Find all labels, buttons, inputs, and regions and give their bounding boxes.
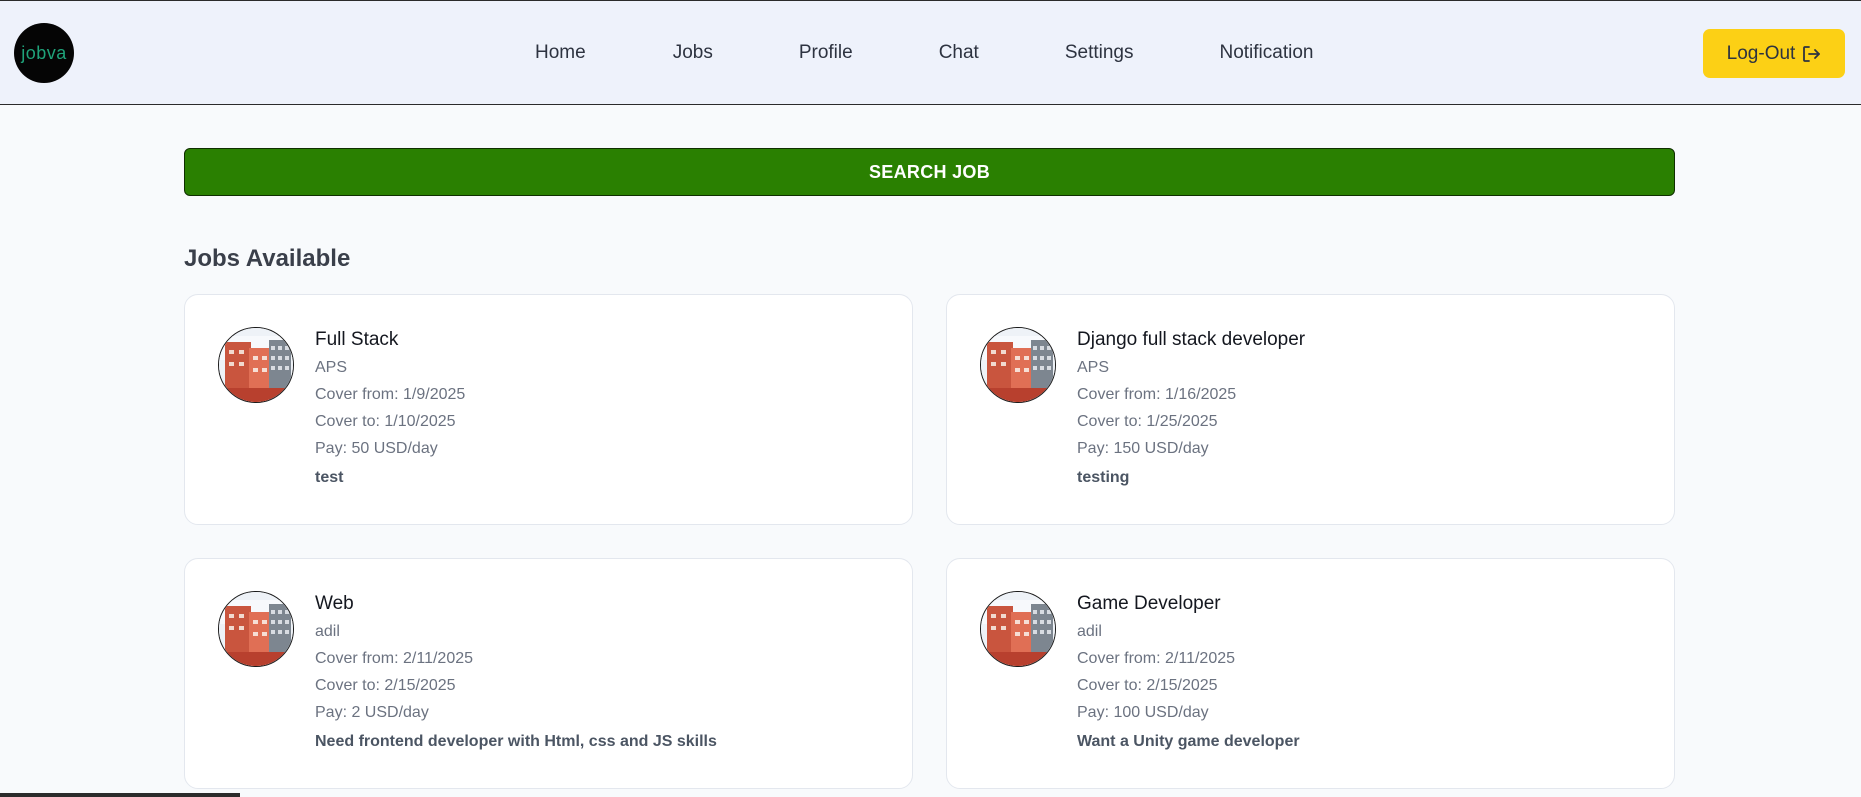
job-pay: Pay: 100 USD/day bbox=[1077, 704, 1209, 721]
job-card[interactable]: Web adil Cover from: 2/11/2025 Cover to:… bbox=[184, 558, 913, 789]
job-cover-to: Cover to: 1/25/2025 bbox=[1077, 413, 1218, 430]
job-company: APS bbox=[315, 359, 348, 376]
job-title: Full Stack bbox=[315, 329, 399, 350]
top-navbar: jobva Home Jobs Profile Chat Settings No… bbox=[0, 0, 1861, 105]
job-cover-from: Cover from: 2/11/2025 bbox=[1077, 650, 1236, 667]
job-card[interactable]: Full Stack APS Cover from: 1/9/2025 Cove… bbox=[184, 294, 913, 525]
jobs-section-title: Jobs Available bbox=[184, 245, 351, 272]
job-title: Web bbox=[315, 593, 354, 614]
logout-label: Log-Out bbox=[1726, 42, 1796, 64]
main-nav: Home Jobs Profile Chat Settings Notifica… bbox=[535, 1, 1313, 105]
job-cover-to: Cover to: 2/15/2025 bbox=[315, 677, 456, 694]
job-cover-to: Cover to: 1/10/2025 bbox=[315, 413, 456, 430]
job-card[interactable]: Django full stack developer APS Cover fr… bbox=[946, 294, 1675, 525]
job-details: Full Stack APS Cover from: 1/9/2025 Cove… bbox=[315, 328, 465, 490]
logout-button[interactable]: Log-Out bbox=[1703, 29, 1845, 78]
company-avatar bbox=[980, 591, 1056, 667]
job-company: APS bbox=[1077, 359, 1110, 376]
company-avatar bbox=[218, 327, 294, 403]
search-job-button[interactable]: SEARCH JOB bbox=[184, 148, 1675, 196]
job-company: adil bbox=[315, 623, 340, 640]
nav-notification[interactable]: Notification bbox=[1219, 42, 1313, 64]
job-pay: Pay: 50 USD/day bbox=[315, 440, 438, 457]
nav-chat[interactable]: Chat bbox=[939, 42, 979, 64]
nav-jobs[interactable]: Jobs bbox=[673, 42, 713, 64]
nav-profile[interactable]: Profile bbox=[799, 42, 853, 64]
job-description: Want a Unity game developer bbox=[1077, 733, 1300, 750]
job-title: Django full stack developer bbox=[1077, 329, 1306, 350]
jobva-logo[interactable]: jobva bbox=[14, 23, 74, 83]
horizontal-scrollbar[interactable] bbox=[0, 793, 240, 797]
nav-home[interactable]: Home bbox=[535, 42, 586, 64]
job-title: Game Developer bbox=[1077, 593, 1221, 614]
job-cover-to: Cover to: 2/15/2025 bbox=[1077, 677, 1218, 694]
job-details: Web adil Cover from: 2/11/2025 Cover to:… bbox=[315, 592, 717, 754]
company-avatar bbox=[218, 591, 294, 667]
job-description: Need frontend developer with Html, css a… bbox=[315, 733, 717, 750]
job-details: Game Developer adil Cover from: 2/11/202… bbox=[1077, 592, 1300, 754]
logout-arrow-icon bbox=[1801, 44, 1821, 64]
job-details: Django full stack developer APS Cover fr… bbox=[1077, 328, 1305, 490]
job-pay: Pay: 150 USD/day bbox=[1077, 440, 1209, 457]
company-avatar bbox=[980, 327, 1056, 403]
building-photo-icon bbox=[981, 328, 1055, 402]
job-description: testing bbox=[1077, 469, 1130, 486]
job-cover-from: Cover from: 1/16/2025 bbox=[1077, 386, 1237, 403]
logo-text: jobva bbox=[21, 42, 67, 63]
building-photo-icon bbox=[219, 592, 293, 666]
job-card[interactable]: Game Developer adil Cover from: 2/11/202… bbox=[946, 558, 1675, 789]
job-cover-from: Cover from: 2/11/2025 bbox=[315, 650, 474, 667]
job-pay: Pay: 2 USD/day bbox=[315, 704, 429, 721]
job-company: adil bbox=[1077, 623, 1102, 640]
job-description: test bbox=[315, 469, 344, 486]
building-photo-icon bbox=[219, 328, 293, 402]
job-cover-from: Cover from: 1/9/2025 bbox=[315, 386, 466, 403]
building-photo-icon bbox=[981, 592, 1055, 666]
nav-settings[interactable]: Settings bbox=[1065, 42, 1134, 64]
